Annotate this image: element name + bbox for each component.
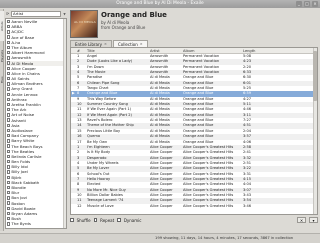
artist-checkbox[interactable] [7, 102, 11, 107]
artist-checkbox[interactable] [7, 201, 11, 205]
dynamic-label: Dynamic [123, 217, 142, 223]
side-tab-playlists[interactable]: Playlists [0, 43, 4, 69]
track-length-cell: 3:46 [243, 203, 252, 208]
artist-checkbox[interactable] [7, 61, 11, 65]
artist-checkbox[interactable] [7, 82, 11, 86]
tab-entire-library[interactable]: Entire Library × [70, 40, 112, 47]
artist-checkbox[interactable] [7, 76, 11, 81]
now-playing-album: from Orange and Blue [101, 25, 146, 30]
side-tab-artists[interactable]: Artists [0, 11, 4, 41]
close-button[interactable]: × [312, 1, 318, 7]
column-title[interactable]: Title [86, 48, 149, 53]
artist-checkbox[interactable] [7, 108, 11, 112]
artist-checkbox[interactable] [7, 92, 11, 96]
artist-checkbox[interactable] [7, 175, 11, 179]
artist-list-scrollbar[interactable] [63, 19, 66, 228]
browser-filter-row: ⟳ Artist ▼ [5, 10, 67, 17]
shuffle-label: Shuffle [76, 217, 91, 223]
playlist-tabs: Entire Library × Collection × [70, 40, 148, 47]
album-cover[interactable]: AL DI MEOLA [70, 10, 98, 38]
column-length[interactable]: Length [242, 48, 310, 53]
shuffle-checkbox[interactable] [70, 218, 74, 222]
scrollbar-thumb[interactable] [313, 51, 317, 101]
status-bar: 199 showing, 11 days, 14 hours, 4 minute… [0, 233, 320, 243]
track-table-body: 1 Angel Aerosmith Permanent Vacation 5:08 2 Du… [71, 54, 317, 209]
artist-item[interactable]: The Byrds [6, 221, 66, 226]
artist-checkbox[interactable] [7, 149, 11, 153]
artist-checkbox[interactable] [7, 144, 11, 148]
artist-checkbox[interactable] [7, 51, 11, 55]
minimize-button[interactable]: _ [296, 1, 302, 7]
artist-checkbox[interactable] [7, 217, 11, 221]
artist-checkbox[interactable] [7, 196, 11, 200]
tab-collection[interactable]: Collection × [112, 40, 148, 47]
repeat-checkbox[interactable] [93, 218, 98, 222]
artist-checkbox[interactable] [7, 134, 11, 138]
artist-checkbox[interactable] [7, 35, 11, 39]
artist-list[interactable]: Aaron Neville ABBA AC/DC Ace of Base A-ha The… [5, 18, 67, 229]
artist-checkbox[interactable] [7, 128, 11, 133]
now-playing-header: AL DI MEOLA Orange and Blue by Al di Meo… [70, 10, 318, 39]
album-cover-text: AL DI MEOLA [74, 20, 96, 24]
side-tab-strip: Artists Playlists Files [0, 9, 4, 231]
track-number-cell: 12 [77, 203, 82, 208]
now-playing-title: Orange and Blue [101, 11, 167, 19]
window-buttons: _ □ × [296, 1, 318, 7]
artist-checkbox[interactable] [7, 211, 11, 216]
artist-checkbox[interactable] [7, 139, 11, 143]
artist-checkbox[interactable] [7, 40, 11, 45]
artist-checkbox[interactable] [7, 118, 11, 122]
artist-checkbox[interactable] [7, 191, 11, 195]
artist-checkbox[interactable] [7, 206, 11, 211]
artist-checkbox[interactable] [7, 123, 11, 128]
artist-checkbox[interactable] [7, 45, 11, 50]
refresh-icon[interactable]: ⟳ [5, 11, 10, 16]
column-artist[interactable]: Artist [149, 48, 182, 53]
artist-checkbox[interactable] [7, 180, 11, 185]
artist-checkbox[interactable] [7, 113, 11, 117]
artist-checkbox[interactable] [7, 159, 11, 164]
artist-checkbox[interactable] [7, 222, 11, 226]
side-tab-files[interactable]: Files [0, 71, 4, 89]
window-titlebar[interactable]: Orange and Blue by Al Di Meola - Exaile … [0, 0, 320, 8]
repeat-label: Repeat [100, 217, 115, 223]
view-select[interactable]: Artist [11, 10, 61, 17]
artist-checkbox[interactable] [7, 170, 11, 174]
chevron-down-icon[interactable]: ▼ [62, 11, 67, 17]
track-table[interactable]: # Title Artist Album Length 1 Angel Aerosm… [70, 47, 318, 215]
artist-checkbox[interactable] [7, 185, 11, 190]
track-album-cell: Alice Cooper's Greatest Hits [183, 203, 234, 208]
artist-checkbox[interactable] [7, 56, 11, 60]
table-row[interactable]: 12 Muscle of Love Alice Cooper Alice Cooper… [71, 204, 317, 209]
column-number[interactable]: # [76, 48, 86, 53]
artist-checkbox[interactable] [7, 19, 11, 24]
artist-checkbox[interactable] [7, 165, 11, 169]
playlist-controls: Shuffle Repeat Dynamic ✕ ▾ [70, 216, 318, 224]
artist-browser: ⟳ Artist ▼ Aaron Neville ABBA AC/DC Ace of … [5, 10, 67, 229]
window-title: Orange and Blue by Al Di Meola - Exaile [116, 1, 204, 6]
track-artist-cell: Alice Cooper [150, 203, 173, 208]
maximize-button[interactable]: □ [304, 1, 310, 7]
track-title-cell: Muscle of Love [87, 203, 114, 208]
artist-checkbox[interactable] [7, 97, 11, 102]
arrow-icon[interactable]: ▾ [309, 217, 318, 223]
dynamic-checkbox[interactable] [117, 218, 121, 222]
clear-icon[interactable]: ✕ [297, 217, 306, 223]
artist-checkbox[interactable] [7, 25, 11, 29]
artist-checkbox[interactable] [7, 30, 11, 34]
track-table-scrollbar[interactable] [313, 48, 317, 214]
column-album[interactable]: Album [182, 48, 242, 53]
artist-checkbox[interactable] [7, 71, 11, 76]
artist-label: The Byrds [11, 221, 31, 227]
artist-checkbox[interactable] [7, 66, 11, 70]
artist-checkbox[interactable] [7, 154, 11, 159]
artist-checkbox[interactable] [7, 87, 11, 91]
